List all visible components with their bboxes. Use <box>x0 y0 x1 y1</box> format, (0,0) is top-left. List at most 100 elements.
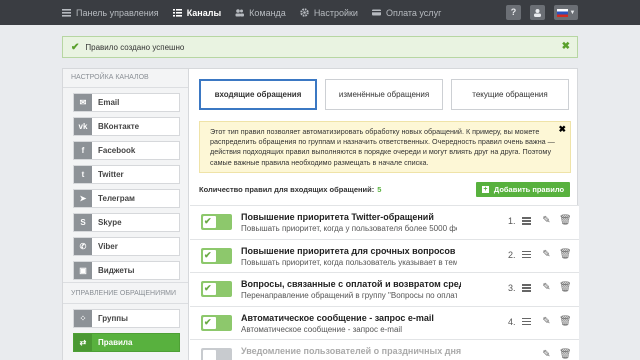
sidebar-item-viber[interactable]: ✆ Viber <box>73 237 180 256</box>
payment-icon <box>371 9 381 16</box>
toggle-knob <box>203 350 216 360</box>
sidebar-item-label: Skype <box>98 218 122 227</box>
tab-changed[interactable]: изменённые обращения <box>325 79 443 110</box>
language-selector[interactable]: ▼ <box>554 5 578 20</box>
groups-icon: ⁘ <box>74 310 92 327</box>
rules-icon: ⇄ <box>74 334 92 351</box>
twitter-icon: t <box>74 166 92 183</box>
sidebar-item-label: Viber <box>98 242 118 251</box>
rules-count-label: Количество правил для входящих обращений… <box>199 185 375 194</box>
sidebar-item-vk[interactable]: vk ВКонтакте <box>73 117 180 136</box>
rule-toggle[interactable]: ✔ <box>201 281 232 297</box>
nav-item-channels[interactable]: Каналы <box>172 7 222 18</box>
drag-handle-icon[interactable] <box>521 249 532 260</box>
check-icon: ✔ <box>204 316 212 327</box>
sidebar-item-label: Facebook <box>98 146 136 155</box>
nav-item-label: Каналы <box>186 7 222 18</box>
nav-item-label: Оплата услуг <box>385 7 442 18</box>
edit-icon[interactable]: ✎ <box>541 249 552 260</box>
rule-toggle[interactable]: ✔ <box>201 314 232 331</box>
rule-toggle[interactable]: ✔ <box>201 247 232 264</box>
add-rule-label: Добавить правило <box>493 185 565 194</box>
tab-current[interactable]: текущие обращения <box>451 79 569 110</box>
facebook-icon: f <box>74 142 92 159</box>
sidebar-item-label: ВКонтакте <box>98 122 140 131</box>
trash-icon[interactable]: 🗑 <box>559 316 572 327</box>
check-icon: ✔ <box>204 216 212 226</box>
rule-toggle[interactable] <box>201 348 232 360</box>
rules-count: Количество правил для входящих обращений… <box>199 185 381 194</box>
rules-content: входящие обращения изменённые обращения … <box>190 69 579 360</box>
drag-handle-icon[interactable] <box>521 282 532 293</box>
user-menu-button[interactable] <box>530 5 545 20</box>
sidebar-item-label: Телеграм <box>98 194 135 203</box>
rule-order-number: 2. <box>508 249 516 260</box>
rule-title[interactable]: Повышение приоритета Twitter-обращений <box>241 212 461 222</box>
close-icon[interactable]: ✖ <box>558 124 566 134</box>
rule-title[interactable]: Вопросы, связанные с оплатой и возвратом… <box>241 279 461 289</box>
sidebar-header-channels: НАСТРОЙКА КАНАЛОВ <box>63 69 188 88</box>
rules-count-value: 5 <box>377 185 382 194</box>
sidebar-item-email[interactable]: ✉ Email <box>73 93 180 112</box>
edit-icon[interactable]: ✎ <box>541 215 552 226</box>
alert-text: Правило создано успешно <box>85 42 185 52</box>
sidebar-item-groups[interactable]: ⁘ Группы <box>73 309 180 328</box>
sidebar-item-facebook[interactable]: f Facebook <box>73 141 180 160</box>
sidebar-item-widgets[interactable]: ▣ Виджеты <box>73 261 180 280</box>
edit-icon[interactable]: ✎ <box>541 349 552 360</box>
nav-item-label: Команда <box>249 7 286 18</box>
list-icon <box>172 9 182 17</box>
telegram-icon: ➤ <box>74 190 92 207</box>
rule-title[interactable]: Уведомление пользователей о праздничных … <box>241 346 461 356</box>
check-icon: ✔ <box>204 283 212 293</box>
nav-item-payment[interactable]: Оплата услуг <box>371 7 442 18</box>
rule-order-number: 3. <box>508 283 516 293</box>
info-text: Этот тип правил позволяет автоматизирова… <box>210 127 555 167</box>
add-rule-button[interactable]: + Добавить правило <box>476 182 570 197</box>
user-icon <box>534 9 541 17</box>
email-icon: ✉ <box>74 94 92 111</box>
main-nav: Панель управления Каналы Команда Настрой… <box>62 0 455 25</box>
nav-item-label: Настройки <box>313 7 358 18</box>
drag-handle-icon[interactable] <box>521 215 532 226</box>
sidebar-item-label: Twitter <box>98 170 124 179</box>
success-alert: ✔ Правило создано успешно ✖ <box>62 36 578 58</box>
sidebar-item-rules[interactable]: ⇄ Правила <box>73 333 180 352</box>
sidebar-item-telegram[interactable]: ➤ Телеграм <box>73 189 180 208</box>
check-icon: ✔ <box>204 249 212 260</box>
chevron-down-icon: ▼ <box>569 9 576 16</box>
sidebar-item-label: Группы <box>98 314 128 323</box>
rule-description: Автоматическое сообщение - запрос e-mail <box>241 324 402 334</box>
team-icon <box>235 9 245 17</box>
skype-icon: S <box>74 214 92 231</box>
rule-description: Перенаправление обращений в группу "Вопр… <box>241 291 457 300</box>
rules-list: ✔ Повышение приоритета Twitter-обращений… <box>190 205 579 360</box>
sidebar-item-skype[interactable]: S Skype <box>73 213 180 232</box>
rule-title[interactable]: Автоматическое сообщение - запрос e-mail <box>241 313 461 323</box>
rule-row: ✔ Повышение приоритета для срочных вопро… <box>190 238 579 272</box>
nav-item-dashboard[interactable]: Панель управления <box>62 8 159 18</box>
rule-row: ✔ Автоматическое сообщение - запрос e-ma… <box>190 305 579 339</box>
rule-toggle[interactable]: ✔ <box>201 214 232 230</box>
tab-incoming[interactable]: входящие обращения <box>199 79 317 110</box>
trash-icon[interactable]: 🗑 <box>559 249 572 260</box>
trash-icon[interactable]: 🗑 <box>559 282 572 293</box>
rule-order-number: 1. <box>508 216 516 226</box>
dashboard-icon <box>62 9 71 17</box>
help-button[interactable]: ? <box>506 5 521 20</box>
nav-item-settings[interactable]: Настройки <box>300 8 358 18</box>
rule-type-tabs: входящие обращения изменённые обращения … <box>199 79 577 110</box>
nav-item-team[interactable]: Команда <box>235 8 286 18</box>
rule-title[interactable]: Повышение приоритета для срочных вопросо… <box>241 246 461 256</box>
sidebar-item-twitter[interactable]: t Twitter <box>73 165 180 184</box>
edit-icon[interactable]: ✎ <box>541 282 552 293</box>
rule-row: ✔ Повышение приоритета Twitter-обращений… <box>190 205 579 239</box>
close-icon[interactable]: ✖ <box>562 41 570 52</box>
sidebar-item-label: Виджеты <box>98 266 135 275</box>
drag-handle-icon[interactable] <box>521 316 532 327</box>
trash-icon[interactable]: 🗑 <box>559 349 572 360</box>
nav-right-controls: ? ▼ <box>497 5 578 20</box>
rule-row: Уведомление пользователей о праздничных … <box>190 339 579 360</box>
trash-icon[interactable]: 🗑 <box>559 215 572 226</box>
edit-icon[interactable]: ✎ <box>541 316 552 327</box>
